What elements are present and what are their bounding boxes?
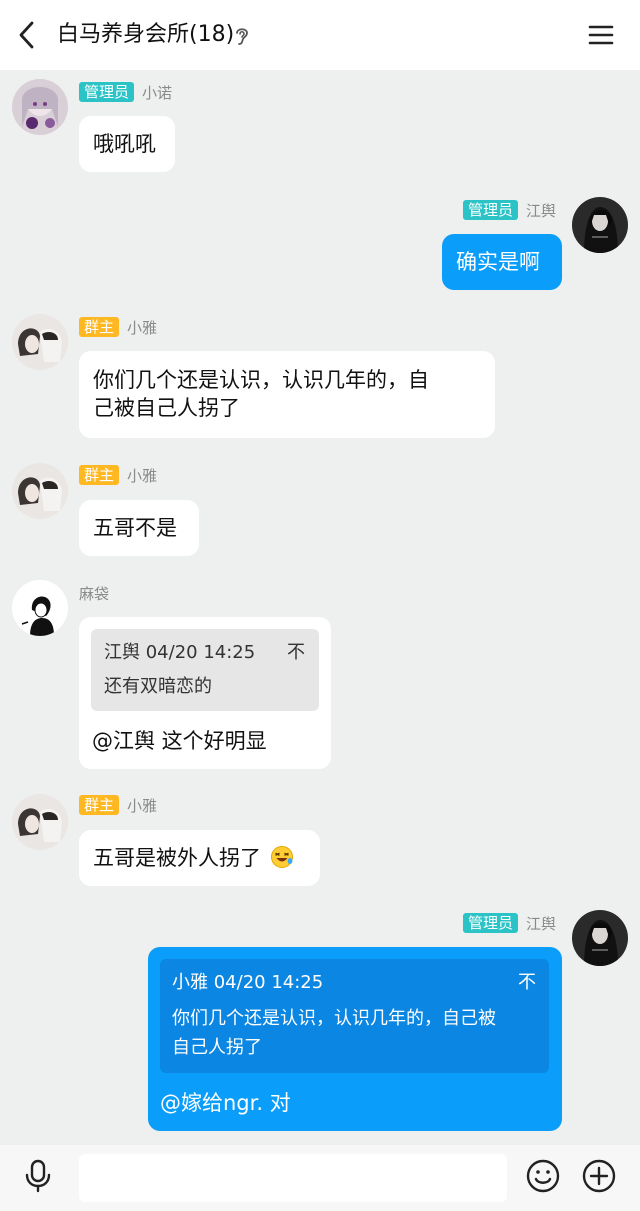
sender-name: 麻袋 [79, 584, 110, 603]
message-input[interactable] [79, 1154, 507, 1202]
emoji-button[interactable] [525, 1158, 561, 1194]
message-text: @江舆 这个好明显 [92, 729, 267, 753]
sender-name: 小雅 [127, 466, 158, 485]
back-button[interactable] [14, 19, 42, 51]
quote-text-line: 你们几个还是认识，认识几年的，自己被 [172, 1008, 496, 1029]
add-button[interactable] [581, 1158, 617, 1194]
quote-text: 还有双暗恋的 [104, 676, 212, 697]
avatar[interactable] [12, 79, 68, 135]
quote-text-line: 自己人拐了 [172, 1037, 262, 1058]
message-meta: 群主 小雅 [79, 316, 157, 338]
message-text: @嫁给ngr. 对 [160, 1091, 291, 1115]
message-meta: 管理员 小诺 [79, 81, 172, 103]
chat-header: 白马养身会所(18) [0, 0, 640, 70]
avatar[interactable] [572, 197, 628, 253]
message-text: 五哥是被外人拐了 [93, 846, 261, 870]
owner-badge: 群主 [79, 795, 120, 815]
avatar-couple-image [12, 314, 68, 370]
message-bubble[interactable]: 五哥不是 [79, 500, 199, 556]
quote-header: 小雅 04/20 14:25 [172, 972, 324, 993]
chat-title: 白马养身会所(18) [57, 22, 235, 47]
sender-name: 江舆 [525, 201, 556, 220]
message-text: 五哥不是 [93, 516, 177, 540]
message-text-line: 己被自己人拐了 [93, 396, 240, 420]
avatar[interactable] [12, 314, 68, 370]
hamburger-menu-icon [588, 25, 614, 45]
avatar[interactable] [12, 794, 68, 850]
avatar-couple-image [12, 794, 68, 850]
avatar[interactable] [12, 580, 68, 636]
message-text: 确实是啊 [456, 250, 540, 274]
admin-badge: 管理员 [462, 913, 518, 933]
quoted-message[interactable]: 小雅 04/20 14:25 不 你们几个还是认识，认识几年的，自己被 自己人拐… [160, 959, 549, 1073]
message-meta: 群主 小雅 [79, 794, 157, 816]
sender-name: 小雅 [127, 796, 158, 815]
sender-name: 江舆 [525, 914, 556, 933]
quote-header: 江舆 04/20 14:25 [104, 642, 256, 663]
owner-badge: 群主 [79, 465, 120, 485]
voice-button[interactable] [20, 1158, 56, 1194]
owner-badge: 群主 [79, 317, 120, 337]
menu-button[interactable] [586, 20, 616, 50]
avatar[interactable] [12, 463, 68, 519]
message-meta: 麻袋 [79, 582, 109, 604]
message-bubble[interactable]: 确实是啊 [442, 234, 562, 290]
plus-circle-icon [582, 1159, 616, 1193]
message-text-line: 你们几个还是认识，认识几年的，自 [93, 368, 429, 392]
chevron-left-icon [19, 21, 34, 49]
avatar-dark-figure-image [572, 910, 628, 966]
quote-close-mark: 不 [287, 642, 305, 663]
message-meta: 管理员 江舆 [462, 199, 556, 221]
microphone-icon [25, 1159, 51, 1193]
laughing-emoji [270, 846, 293, 868]
input-bar [0, 1145, 640, 1211]
avatar-girl-image [12, 79, 68, 135]
avatar[interactable] [572, 910, 628, 966]
sender-name: 小雅 [127, 318, 158, 337]
quoted-message[interactable]: 江舆 04/20 14:25 不 还有双暗恋的 [91, 629, 319, 711]
message-bubble[interactable]: 江舆 04/20 14:25 不 还有双暗恋的 @江舆 这个好明显 [79, 617, 331, 769]
message-bubble[interactable]: 你们几个还是认识，认识几年的，自 己被自己人拐了 [79, 351, 495, 438]
avatar-couple-image [12, 463, 68, 519]
sender-name: 小诺 [142, 83, 173, 102]
ear-icon [236, 28, 248, 45]
avatar-dark-figure-image [572, 197, 628, 253]
message-bubble[interactable]: 五哥是被外人拐了 [79, 830, 320, 886]
admin-badge: 管理员 [462, 200, 518, 220]
message-bubble[interactable]: 小雅 04/20 14:25 不 你们几个还是认识，认识几年的，自己被 自己人拐… [148, 947, 562, 1131]
quote-close-mark: 不 [518, 972, 536, 993]
message-meta: 群主 小雅 [79, 464, 157, 486]
message-meta: 管理员 江舆 [462, 912, 556, 934]
admin-badge: 管理员 [79, 82, 135, 102]
message-text: 哦吼吼 [93, 132, 156, 156]
message-bubble[interactable]: 哦吼吼 [79, 116, 175, 172]
avatar-sketch-image [12, 580, 68, 636]
smiley-icon [526, 1159, 560, 1193]
